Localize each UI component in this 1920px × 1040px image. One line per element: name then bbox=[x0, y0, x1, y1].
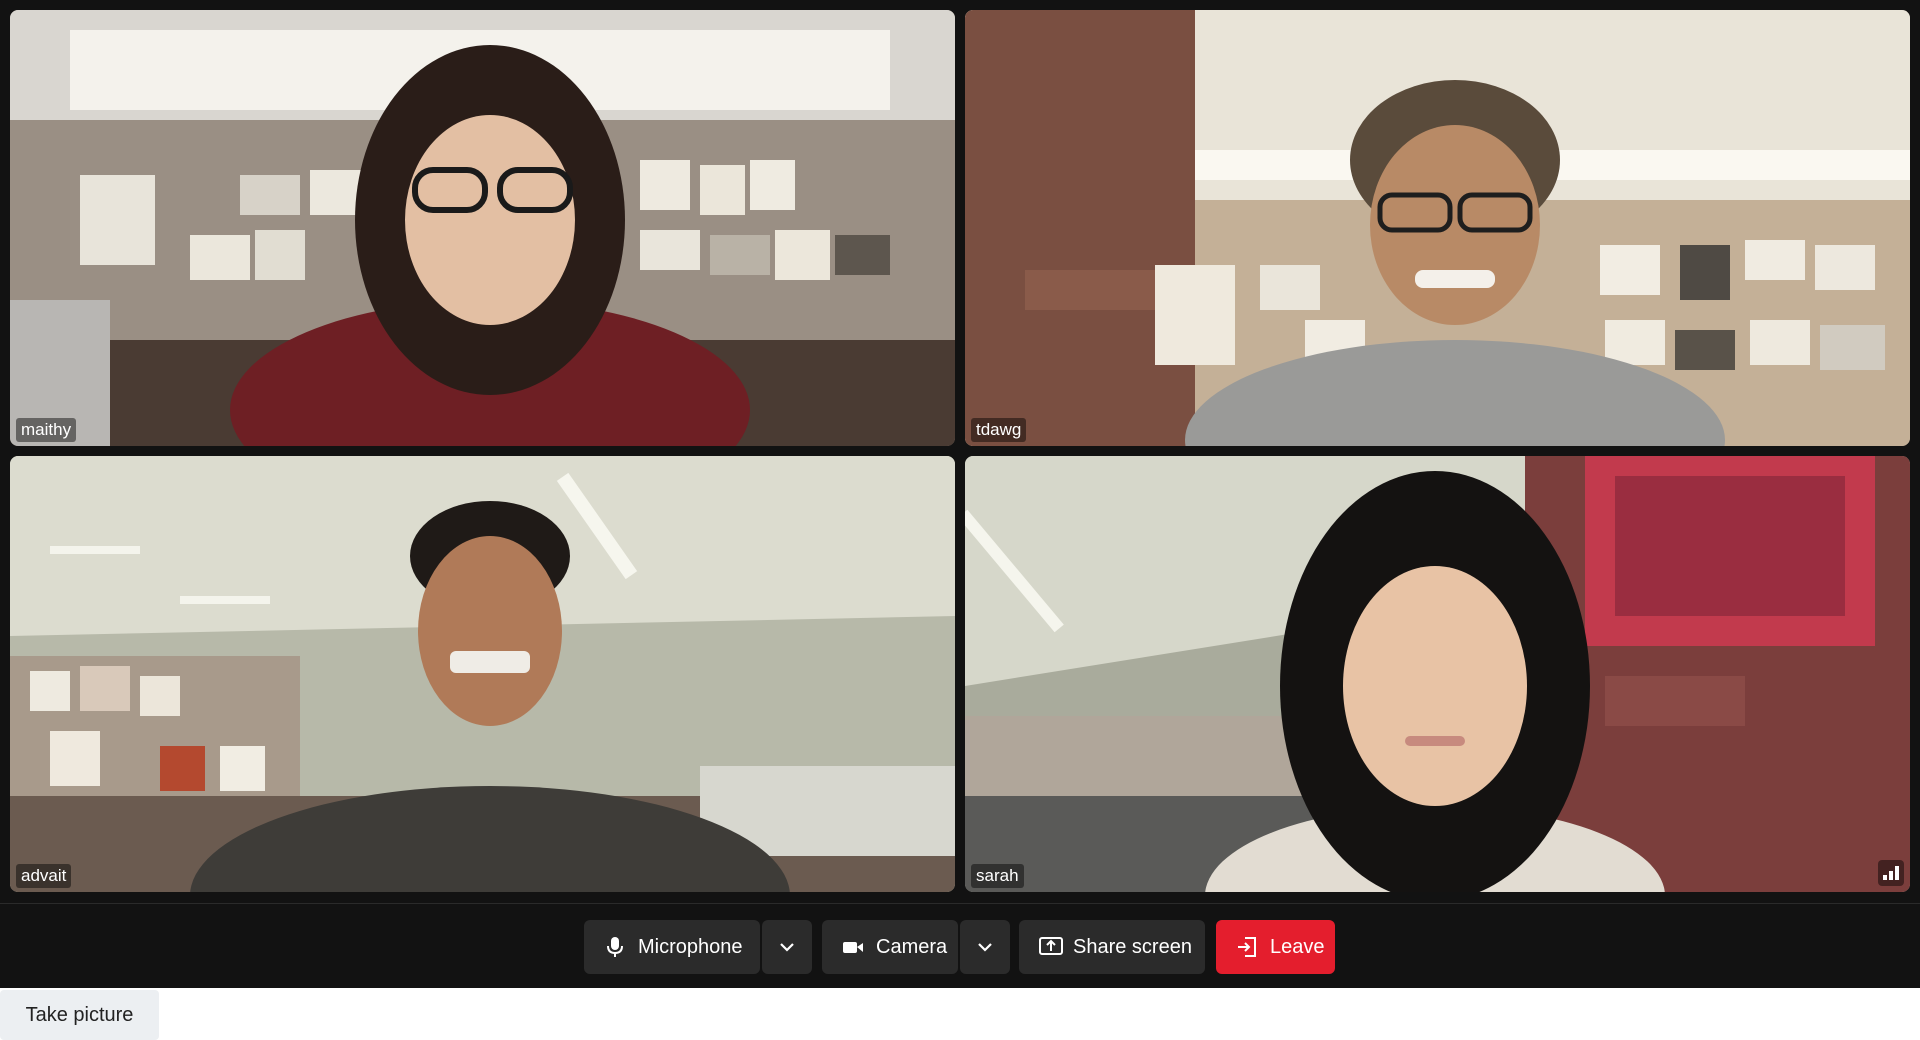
participant-name-label: tdawg bbox=[971, 418, 1027, 442]
microphone-icon bbox=[604, 936, 626, 958]
microphone-label: Microphone bbox=[638, 935, 743, 958]
leave-icon bbox=[1236, 936, 1258, 958]
microphone-button[interactable]: Microphone bbox=[584, 920, 760, 974]
video-tile-maithy[interactable]: maithy bbox=[10, 10, 955, 446]
camera-button[interactable]: Camera bbox=[822, 920, 958, 974]
video-tile-sarah[interactable]: sarah bbox=[965, 456, 1910, 892]
video-tile-advait[interactable]: advait bbox=[10, 456, 955, 892]
chevron-down-icon bbox=[978, 943, 992, 952]
call-control-bar: Microphone Camera Share screen Leave bbox=[0, 903, 1920, 989]
participant-name-label: sarah bbox=[971, 864, 1024, 888]
take-picture-button[interactable]: Take picture bbox=[0, 990, 159, 1040]
camera-options-button[interactable] bbox=[960, 920, 1010, 974]
chevron-down-icon bbox=[780, 943, 794, 952]
participant-name-label: advait bbox=[16, 864, 72, 888]
participant-name-label: maithy bbox=[16, 418, 77, 442]
signal-strength-icon[interactable] bbox=[1878, 860, 1904, 886]
video-tile-tdawg[interactable]: tdawg bbox=[965, 10, 1910, 446]
video-feed bbox=[10, 456, 955, 892]
video-feed bbox=[10, 10, 955, 446]
camera-icon bbox=[842, 936, 864, 958]
leave-button[interactable]: Leave bbox=[1216, 920, 1335, 974]
microphone-options-button[interactable] bbox=[762, 920, 812, 974]
video-call-area: maithy tdawg advait sarah Microphone Cam… bbox=[0, 0, 1920, 988]
share-screen-label: Share screen bbox=[1073, 935, 1192, 958]
camera-label: Camera bbox=[876, 935, 948, 958]
share-screen-icon bbox=[1039, 936, 1063, 958]
video-feed bbox=[965, 456, 1910, 892]
video-feed bbox=[965, 10, 1910, 446]
leave-label: Leave bbox=[1270, 935, 1325, 958]
share-screen-button[interactable]: Share screen bbox=[1019, 920, 1205, 974]
